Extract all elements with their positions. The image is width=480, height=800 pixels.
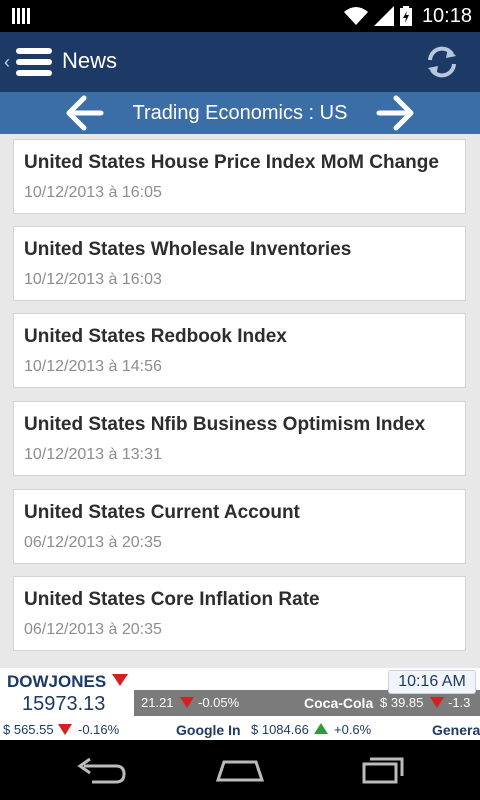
news-date: 06/12/2013 à 20:35 bbox=[24, 621, 162, 638]
ticker-stock-change: +0.6% bbox=[334, 722, 372, 737]
status-time: 10:18 bbox=[421, 4, 472, 27]
index-box: DOWJONES 15973.13 bbox=[0, 668, 134, 718]
recent-apps-icon[interactable] bbox=[350, 754, 410, 786]
down-arrow-icon bbox=[430, 697, 444, 708]
news-headline: United States Core Inflation Rate bbox=[24, 589, 320, 610]
back-icon[interactable] bbox=[70, 754, 130, 786]
ticker-prev-change: -0.05% bbox=[198, 695, 240, 710]
ticker-stock-name: Google In bbox=[176, 722, 241, 738]
section-title: Trading Economics : US bbox=[132, 102, 348, 124]
news-date: 10/12/2013 à 16:03 bbox=[24, 271, 162, 288]
refresh-icon[interactable] bbox=[424, 44, 460, 80]
ticker-stock-change: -1.3 bbox=[448, 695, 471, 710]
news-item[interactable]: United States Redbook Index 10/12/2013 à… bbox=[13, 313, 466, 388]
index-name: DOWJONES bbox=[7, 672, 107, 691]
news-headline: United States Wholesale Inventories bbox=[24, 239, 352, 260]
section-nav: Trading Economics : US bbox=[0, 92, 480, 134]
system-nav-bar bbox=[0, 740, 480, 800]
index-value: 15973.13 bbox=[22, 693, 106, 715]
ticker-stock-price: $ 1084.66 bbox=[251, 722, 309, 737]
previous-arrow-icon[interactable] bbox=[66, 95, 104, 131]
news-item[interactable]: United States Wholesale Inventories 10/1… bbox=[13, 226, 466, 301]
news-date: 06/12/2013 à 20:35 bbox=[24, 534, 162, 551]
notification-icon bbox=[12, 8, 30, 24]
ticker-time: 10:16 AM bbox=[388, 670, 476, 694]
app-bar: ‹ News bbox=[0, 32, 480, 92]
news-date: 10/12/2013 à 14:56 bbox=[24, 358, 162, 375]
ticker-prev-change: -0.16% bbox=[78, 722, 120, 737]
battery-icon bbox=[399, 6, 412, 26]
stock-ticker[interactable]: 21.21 -0.05% Coca-Cola $ 39.85 -1.3 DOWJ… bbox=[0, 668, 480, 740]
ticker-stock-name: Genera bbox=[432, 722, 480, 738]
ticker-stock-name: Coca-Cola bbox=[304, 695, 374, 711]
menu-icon[interactable] bbox=[16, 46, 52, 78]
wifi-icon bbox=[343, 7, 368, 25]
news-headline: United States Current Account bbox=[24, 502, 300, 523]
news-date: 10/12/2013 à 16:05 bbox=[24, 184, 162, 201]
news-item[interactable]: United States Nfib Business Optimism Ind… bbox=[13, 401, 466, 476]
down-arrow-icon bbox=[180, 697, 194, 708]
ticker-prev-value: 21.21 bbox=[141, 695, 174, 710]
status-bar: 10:18 bbox=[0, 0, 480, 32]
ticker-stock-price: $ 39.85 bbox=[380, 695, 424, 710]
ticker-prev-price: $ 565.55 bbox=[3, 722, 54, 737]
up-caret-icon: ‹ bbox=[4, 52, 10, 72]
news-item[interactable]: United States House Price Index MoM Chan… bbox=[13, 139, 466, 214]
news-item[interactable]: United States Core Inflation Rate 06/12/… bbox=[13, 576, 466, 651]
news-list: United States House Price Index MoM Chan… bbox=[0, 134, 480, 668]
signal-icon bbox=[373, 6, 394, 26]
down-arrow-icon bbox=[58, 724, 72, 735]
up-arrow-icon bbox=[314, 723, 328, 734]
news-item[interactable]: United States Current Account 06/12/2013… bbox=[13, 489, 466, 564]
news-headline: United States Nfib Business Optimism Ind… bbox=[24, 414, 426, 435]
news-headline: United States Redbook Index bbox=[24, 326, 287, 347]
app-title: News bbox=[62, 48, 118, 73]
news-date: 10/12/2013 à 13:31 bbox=[24, 446, 162, 463]
ticker-bottom-row: $ 565.55 -0.16% Google In $ 1084.66 +0.6… bbox=[0, 718, 480, 740]
home-icon[interactable] bbox=[210, 754, 270, 786]
news-headline: United States House Price Index MoM Chan… bbox=[24, 152, 439, 173]
next-arrow-icon[interactable] bbox=[376, 95, 414, 131]
down-arrow-icon bbox=[112, 674, 128, 686]
